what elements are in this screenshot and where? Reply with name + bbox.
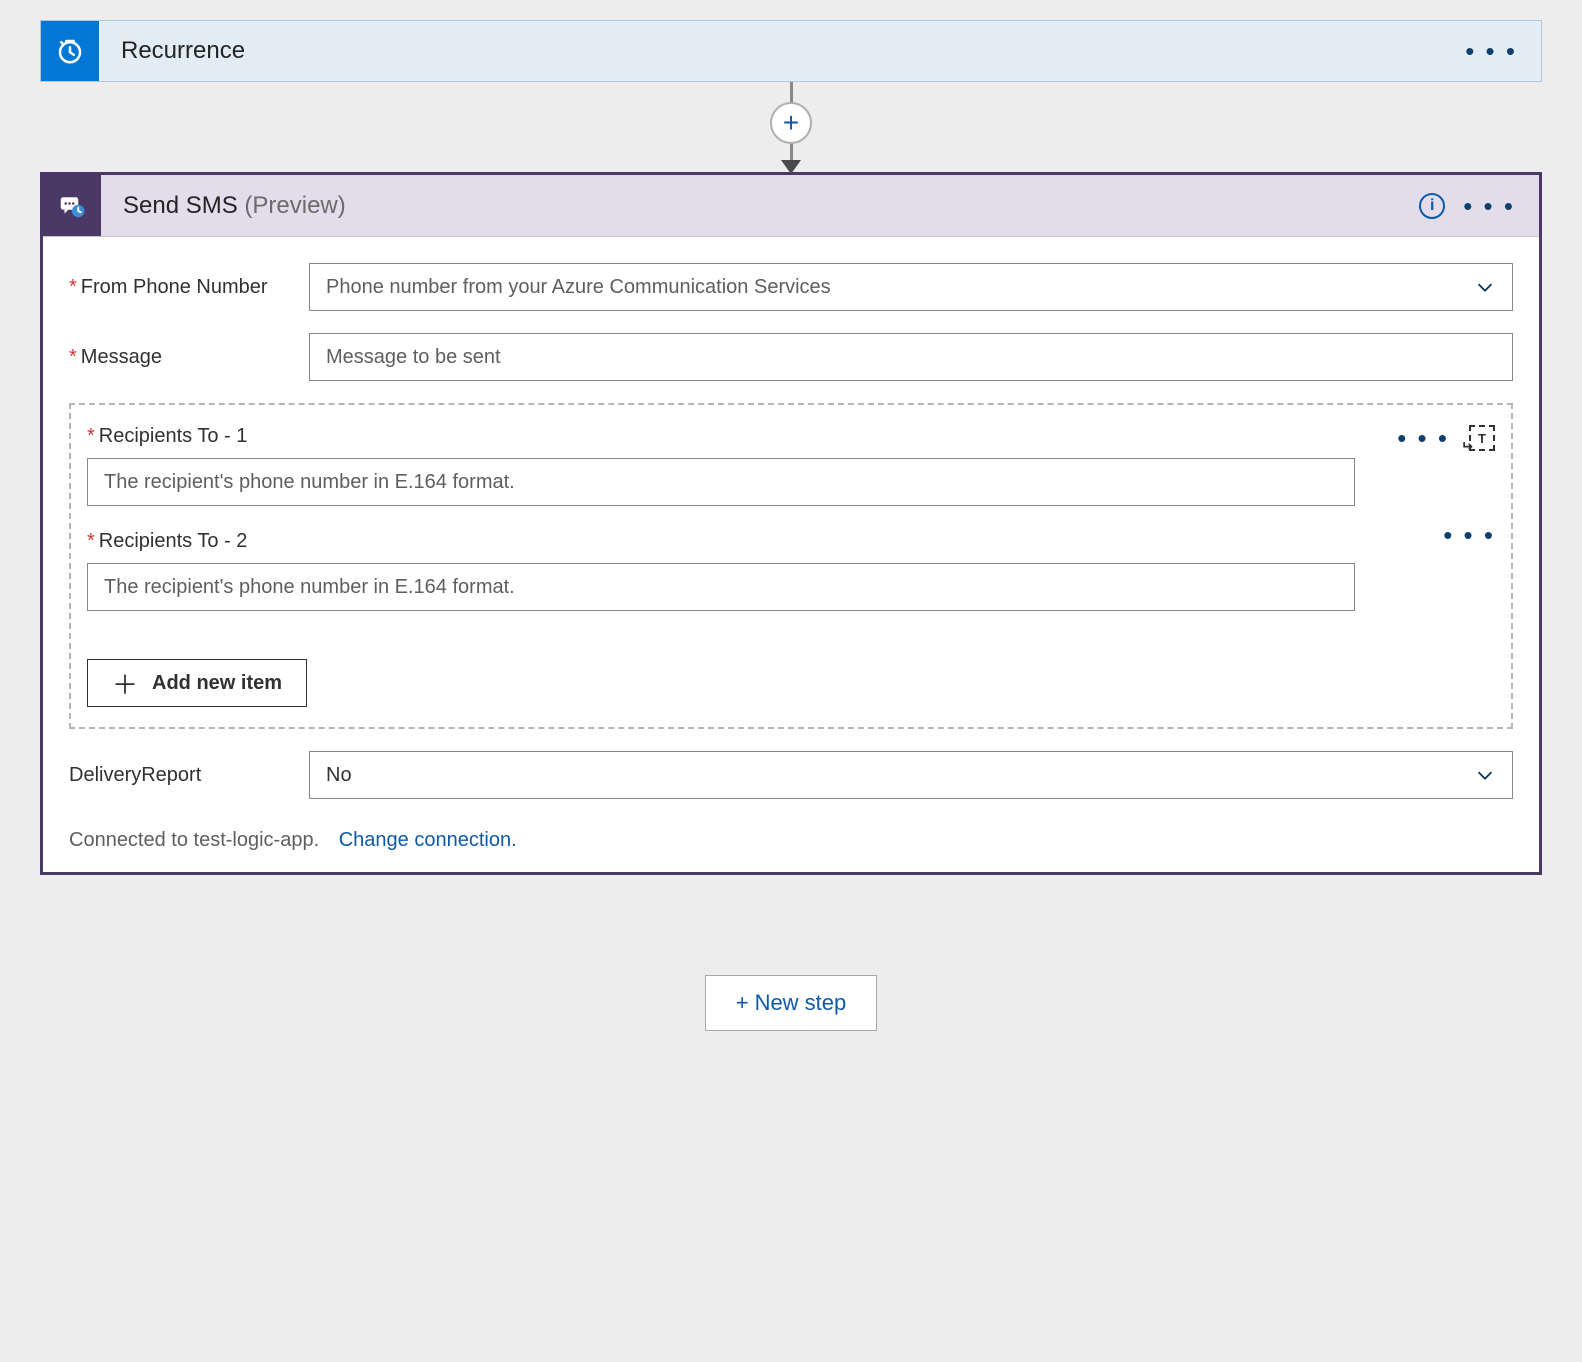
delivery-report-dropdown[interactable]: No: [309, 751, 1513, 799]
delivery-report-row: DeliveryReport No: [69, 751, 1513, 799]
new-step-label: New step: [755, 990, 847, 1016]
required-marker: *: [87, 530, 95, 552]
required-marker: *: [87, 425, 95, 447]
sms-title-text: Send SMS: [123, 192, 238, 219]
recurrence-step[interactable]: Recurrence • • •: [40, 20, 1542, 82]
recipient-1-label: *Recipients To - 1: [87, 425, 1495, 448]
send-sms-header[interactable]: Send SMS (Preview) i • • •: [43, 175, 1539, 237]
sms-preview-badge: (Preview): [244, 192, 345, 219]
info-icon[interactable]: i: [1419, 193, 1445, 219]
recipient-2-placeholder: The recipient's phone number in E.164 fo…: [104, 576, 515, 599]
recipient-2-label: *Recipients To - 2: [87, 530, 1495, 553]
message-label: *Message: [69, 346, 309, 369]
new-step-button[interactable]: + New step: [705, 975, 878, 1031]
required-marker: *: [69, 276, 77, 298]
add-new-item-button[interactable]: ＋ Add new item: [87, 659, 307, 707]
recurrence-title: Recurrence: [99, 37, 1465, 65]
connection-text: Connected to test-logic-app.: [69, 829, 319, 851]
from-phone-row: *From Phone Number Phone number from you…: [69, 263, 1513, 311]
sms-icon: [43, 175, 101, 236]
delivery-report-label: DeliveryReport: [69, 764, 309, 787]
plus-icon: ＋: [112, 665, 138, 702]
connection-footer: Connected to test-logic-app. Change conn…: [69, 829, 1513, 852]
recipient-1-input[interactable]: The recipient's phone number in E.164 fo…: [87, 458, 1355, 506]
recipient-1-menu-button[interactable]: • • •: [1397, 433, 1449, 443]
add-step-between-button[interactable]: +: [770, 102, 812, 144]
chevron-down-icon: [1474, 764, 1496, 786]
from-phone-dropdown[interactable]: Phone number from your Azure Communicati…: [309, 263, 1513, 311]
recipient-2-input[interactable]: The recipient's phone number in E.164 fo…: [87, 563, 1355, 611]
message-input[interactable]: Message to be sent: [309, 333, 1513, 381]
delivery-report-value: No: [326, 764, 352, 787]
switch-to-text-mode-icon[interactable]: T: [1469, 425, 1495, 451]
message-row: *Message Message to be sent: [69, 333, 1513, 381]
chevron-down-icon: [1474, 276, 1496, 298]
plus-icon: +: [736, 990, 749, 1016]
recipient-1-placeholder: The recipient's phone number in E.164 fo…: [104, 471, 515, 494]
recurrence-icon: [41, 21, 99, 81]
recipients-container: • • • T *Recipients To - 1 The recipient…: [69, 403, 1513, 729]
recipient-item-2: • • • *Recipients To - 2 The recipient's…: [87, 530, 1495, 611]
recipient-2-menu-button[interactable]: • • •: [1443, 530, 1495, 540]
from-phone-label: *From Phone Number: [69, 276, 309, 299]
from-phone-placeholder: Phone number from your Azure Communicati…: [326, 276, 831, 299]
send-sms-title: Send SMS (Preview): [101, 192, 1419, 220]
step-connector: +: [40, 82, 1542, 172]
recipient-item-1: • • • T *Recipients To - 1 The recipient…: [87, 425, 1495, 506]
required-marker: *: [69, 346, 77, 368]
message-placeholder: Message to be sent: [326, 346, 501, 369]
recurrence-menu-button[interactable]: • • •: [1465, 46, 1517, 56]
sms-menu-button[interactable]: • • •: [1463, 201, 1515, 211]
change-connection-link[interactable]: Change connection.: [339, 829, 517, 851]
add-item-label: Add new item: [152, 672, 282, 695]
send-sms-step: Send SMS (Preview) i • • • *From Phone N…: [40, 172, 1542, 875]
